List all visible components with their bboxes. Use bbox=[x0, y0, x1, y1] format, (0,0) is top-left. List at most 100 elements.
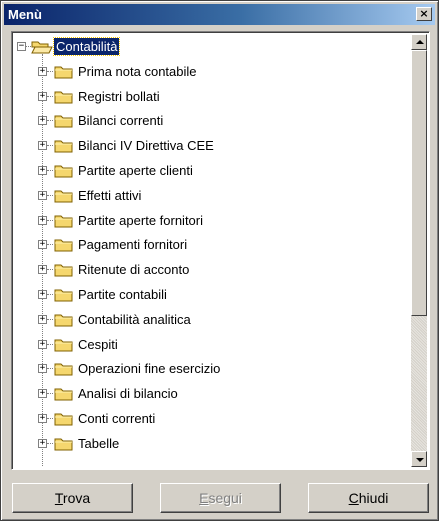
trova-accelerator: T bbox=[54, 490, 63, 506]
folder-icon bbox=[54, 312, 74, 328]
folder-icon bbox=[54, 89, 74, 105]
folder-icon bbox=[54, 386, 74, 402]
tree-connector bbox=[47, 294, 53, 296]
expand-icon[interactable]: + bbox=[38, 389, 47, 399]
tree-connector bbox=[47, 442, 53, 445]
folder-icon bbox=[54, 113, 74, 129]
tree-connector bbox=[47, 95, 53, 98]
tree-node-label: Partite aperte clienti bbox=[78, 163, 193, 178]
tree-node-item[interactable]: + Operazioni fine esercizio bbox=[14, 358, 411, 380]
collapse-icon[interactable]: − bbox=[17, 42, 26, 51]
tree-connector bbox=[47, 418, 53, 420]
tree-node-label: Prima nota contabile bbox=[78, 63, 197, 79]
folder-icon bbox=[54, 287, 74, 303]
tree-node-label: Pagamenti fornitori bbox=[78, 237, 188, 253]
expand-icon[interactable]: + bbox=[38, 339, 47, 349]
expand-icon[interactable]: + bbox=[38, 314, 47, 324]
tree-connector bbox=[47, 368, 53, 370]
folder-icon bbox=[54, 262, 74, 278]
tree-node-item[interactable]: + Tabelle bbox=[14, 433, 411, 455]
scroll-down-button[interactable] bbox=[411, 451, 427, 467]
scroll-thumb[interactable] bbox=[411, 50, 427, 316]
tree-node-item[interactable]: + Ritenute di acconto bbox=[14, 259, 411, 281]
expand-icon[interactable]: + bbox=[38, 414, 47, 423]
tree-node-label: Analisi di bilancio bbox=[78, 386, 178, 402]
expand-icon[interactable]: + bbox=[38, 438, 47, 448]
chiudi-label: hiudi bbox=[358, 490, 389, 506]
folder-icon bbox=[54, 188, 74, 204]
expand-icon[interactable]: + bbox=[38, 215, 47, 225]
expand-icon[interactable]: + bbox=[38, 141, 47, 151]
arrow-down-icon bbox=[416, 458, 424, 462]
tree-connector bbox=[47, 70, 53, 73]
tree-node-item[interactable]: + Effetti attivi bbox=[14, 185, 411, 207]
expand-icon[interactable]: + bbox=[38, 91, 47, 101]
tree-node-item[interactable]: + Conti correnti bbox=[14, 408, 411, 430]
tree-node-item[interactable]: + Partite contabili bbox=[14, 284, 411, 306]
tree-connector bbox=[47, 145, 53, 147]
tree-connector bbox=[47, 170, 53, 172]
scroll-up-button[interactable] bbox=[411, 34, 427, 50]
folder-icon bbox=[54, 436, 74, 452]
tree-connector bbox=[47, 194, 53, 197]
expand-icon[interactable]: + bbox=[38, 240, 47, 250]
tree-node-item[interactable]: + Partite aperte fornitori bbox=[14, 210, 411, 232]
tree-node-item[interactable]: + Partite aperte clienti bbox=[14, 160, 411, 182]
expand-icon[interactable]: + bbox=[38, 364, 47, 374]
esegui-label: segui bbox=[208, 490, 242, 506]
vertical-scrollbar[interactable] bbox=[411, 34, 427, 467]
tree-node-item[interactable]: + Bilanci IV Direttiva CEE bbox=[14, 135, 411, 157]
tree-node-item[interactable]: + Prima nota contabile bbox=[14, 61, 411, 83]
expand-icon[interactable]: + bbox=[38, 265, 47, 275]
tree-node-item[interactable]: + Contabilità analitica bbox=[14, 309, 411, 331]
tree-node-label: Registri bollati bbox=[78, 88, 160, 104]
tree-connector bbox=[47, 120, 53, 122]
tree-node-item[interactable]: + Bilanci correnti bbox=[14, 110, 411, 132]
tree-node-item[interactable]: + Registri bollati bbox=[14, 86, 411, 108]
tree-node-label: Operazioni fine esercizio bbox=[78, 361, 221, 377]
chiudi-accelerator: C bbox=[348, 490, 359, 506]
tree-connector bbox=[47, 219, 53, 222]
menu-window: Menù × − Contabilità + Prima nota contabile… bbox=[0, 0, 439, 521]
menu-tree[interactable]: − Contabilità + Prima nota contabile + Regist… bbox=[14, 34, 411, 467]
tree-connector bbox=[47, 269, 53, 271]
tree-node-label: Ritenute di acconto bbox=[78, 262, 190, 278]
tree-node-label: Partite aperte fornitori bbox=[78, 212, 204, 228]
tree-node-item[interactable]: + Analisi di bilancio bbox=[14, 383, 411, 405]
folder-icon bbox=[54, 213, 74, 229]
tree-node-label: Cespiti bbox=[78, 336, 118, 352]
folder-open-icon bbox=[31, 39, 53, 55]
tree-connector bbox=[47, 393, 53, 395]
tree-node-label: Bilanci IV Direttiva CEE bbox=[78, 138, 214, 154]
folder-icon bbox=[54, 337, 74, 353]
chiudi-button[interactable]: Chiudi bbox=[308, 483, 429, 513]
tree-connector bbox=[47, 343, 53, 346]
tree-node-item[interactable]: + Cespiti bbox=[14, 334, 411, 356]
expand-icon[interactable]: + bbox=[38, 290, 47, 299]
tree-node-label: Bilanci correnti bbox=[78, 113, 164, 129]
expand-icon[interactable]: + bbox=[38, 116, 47, 126]
title-bar[interactable]: Menù × bbox=[4, 4, 435, 25]
expand-icon[interactable]: + bbox=[38, 166, 47, 175]
tree-node-label: Effetti attivi bbox=[78, 187, 142, 203]
menu-tree-panel: − Contabilità + Prima nota contabile + Regist… bbox=[11, 31, 430, 470]
folder-icon bbox=[54, 411, 74, 427]
tree-node-item[interactable]: + Pagamenti fornitori bbox=[14, 234, 411, 256]
folder-icon bbox=[54, 237, 74, 253]
window-title: Menù bbox=[8, 7, 42, 22]
expand-icon[interactable]: + bbox=[38, 66, 47, 76]
tree-connector bbox=[47, 244, 53, 246]
tree-node-label: Contabilità bbox=[52, 37, 121, 56]
folder-icon bbox=[54, 64, 74, 80]
tree-node-label: Tabelle bbox=[78, 435, 120, 451]
folder-icon bbox=[54, 138, 74, 154]
folder-icon bbox=[54, 163, 74, 179]
tree-node-root[interactable]: − Contabilità bbox=[14, 36, 411, 58]
expand-icon[interactable]: + bbox=[38, 190, 47, 200]
close-icon[interactable]: × bbox=[416, 7, 432, 21]
trova-button[interactable]: Trova bbox=[12, 483, 133, 513]
tree-connector bbox=[47, 318, 53, 321]
esegui-button[interactable]: Esegui bbox=[160, 483, 281, 513]
folder-icon bbox=[54, 361, 74, 377]
tree-node-label: Partite contabili bbox=[78, 287, 167, 302]
